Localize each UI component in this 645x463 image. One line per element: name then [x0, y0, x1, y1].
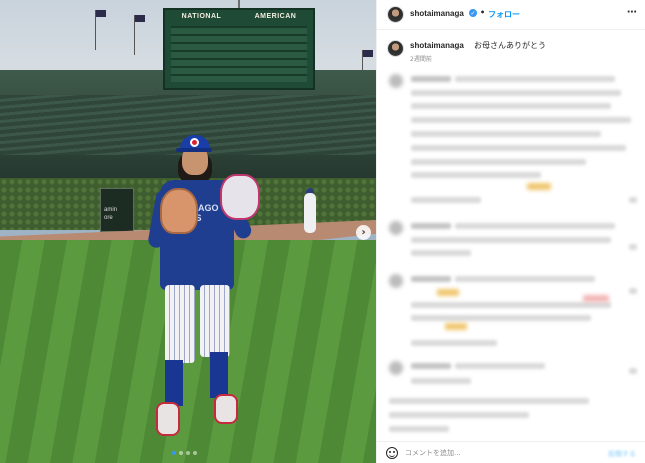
- carousel-dot: [179, 451, 183, 455]
- comment-text: [455, 363, 545, 369]
- comment-username: [411, 223, 451, 229]
- avatar[interactable]: [387, 6, 404, 23]
- follow-button[interactable]: フォロー: [488, 9, 520, 20]
- background-player: [304, 193, 316, 233]
- caption-text: お母さんありがとう: [474, 41, 546, 50]
- carousel-dot: [186, 451, 190, 455]
- sock: [165, 360, 183, 406]
- comment-avatar: [389, 361, 403, 375]
- like-icon[interactable]: [629, 197, 637, 203]
- like-icon[interactable]: [629, 368, 637, 374]
- post-photo[interactable]: NATIONAL AMERICAN amin ore CHICAGO CUBS: [0, 0, 376, 463]
- post-meta: [389, 412, 529, 418]
- more-horizontal-icon[interactable]: ⋯: [627, 7, 638, 18]
- emoji-icon[interactable]: [386, 447, 398, 459]
- comment-meta: [411, 378, 471, 384]
- comment-emoji: [583, 295, 609, 302]
- comment-avatar: [389, 221, 403, 235]
- flagpole: [95, 10, 106, 50]
- scoreboard-label-right: AMERICAN: [254, 13, 297, 20]
- scoreboard-grid: [171, 26, 307, 82]
- chevron-right-icon: ›: [361, 227, 366, 238]
- baseball-glove-icon: [220, 174, 260, 220]
- comment-text: [411, 131, 601, 137]
- comment-text: [455, 223, 615, 229]
- comment-text: [411, 172, 541, 178]
- wall-sign: amin ore: [104, 206, 117, 222]
- shoe: [156, 402, 180, 436]
- pants-leg: [200, 285, 230, 357]
- like-icon[interactable]: [629, 288, 637, 294]
- comment-meta: [411, 197, 481, 203]
- comment-username: [411, 276, 451, 282]
- baseball-glove-icon: [160, 188, 198, 234]
- comment-text: [411, 315, 591, 321]
- post-header: shotaimanaga ✓ • フォロー ⋯: [377, 0, 645, 30]
- pants-leg: [165, 285, 195, 363]
- sock: [210, 352, 228, 398]
- scoreboard-label-left: NATIONAL: [181, 13, 222, 20]
- comment-avatar: [389, 74, 403, 88]
- cap-brim: [176, 148, 212, 152]
- comment-text: [411, 237, 611, 243]
- comment-avatar: [389, 274, 403, 288]
- cubs-logo-icon: [190, 138, 199, 147]
- wall-sign-line1: amin: [104, 207, 118, 213]
- caption-time: 2週間前: [410, 56, 432, 63]
- comment-text: [411, 159, 586, 165]
- comment-text: [411, 117, 631, 123]
- comment-input[interactable]: [405, 446, 605, 460]
- comment-username: [411, 363, 451, 369]
- post-meta: [389, 426, 449, 432]
- comment-emoji: [527, 183, 551, 190]
- caption-avatar[interactable]: [387, 40, 404, 57]
- wall-sign-line2: ore: [104, 215, 113, 221]
- comment-meta: [411, 250, 471, 256]
- carousel-dot: [172, 451, 176, 455]
- carousel-dots: [172, 451, 197, 455]
- flagpole: [134, 15, 145, 55]
- comment-emoji: [445, 323, 467, 330]
- header-username[interactable]: shotaimanaga: [410, 9, 464, 18]
- comment-text: [411, 145, 626, 151]
- like-icon[interactable]: [629, 244, 637, 250]
- post-sidebar: shotaimanaga ✓ • フォロー ⋯ shotaimanaga お母さ…: [376, 0, 645, 463]
- post-comment-button[interactable]: 投稿する: [608, 449, 636, 459]
- carousel-next-button[interactable]: ›: [356, 225, 371, 240]
- carousel-dot: [193, 451, 197, 455]
- comment-meta: [411, 340, 497, 346]
- post-meta: [389, 398, 589, 404]
- shoe: [214, 394, 238, 424]
- comment-box: 投稿する: [377, 441, 645, 463]
- comment-username: [411, 76, 451, 82]
- comment-text: [411, 90, 621, 96]
- comment-text: [411, 302, 611, 308]
- comment-emoji: [437, 289, 459, 296]
- comment-text: [411, 103, 611, 109]
- scoreboard: NATIONAL AMERICAN: [163, 8, 315, 90]
- separator-dot: •: [480, 8, 486, 17]
- verified-badge-icon: ✓: [469, 9, 477, 17]
- caption-username[interactable]: shotaimanaga: [410, 41, 464, 50]
- comment-text: [455, 76, 615, 82]
- comment-text: [455, 276, 595, 282]
